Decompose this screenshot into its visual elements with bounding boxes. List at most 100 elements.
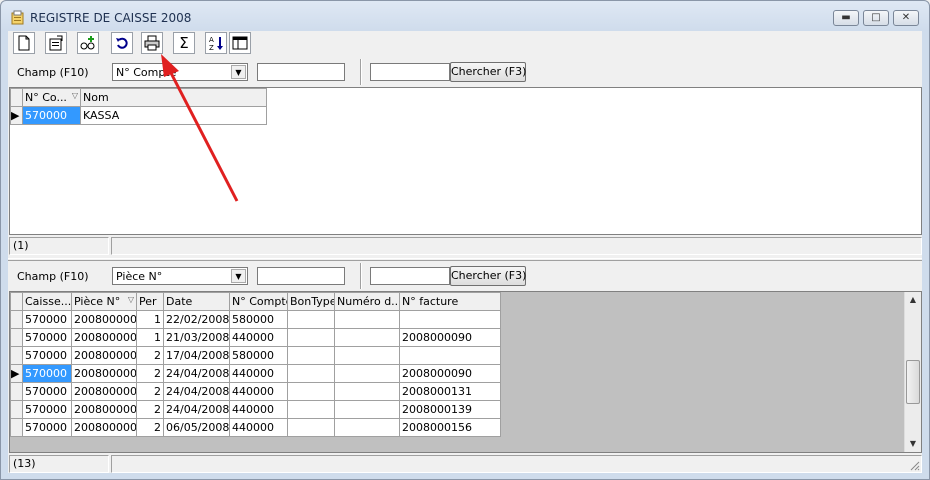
table-cell[interactable]: 2008000139	[399, 400, 501, 419]
table-cell[interactable]: 570000	[22, 328, 72, 347]
table-cell[interactable]: 2	[136, 364, 164, 383]
top-search-button[interactable]: Chercher (F3)	[450, 62, 526, 82]
table-cell[interactable]: 440000	[229, 382, 288, 401]
table-cell[interactable]: 440000	[229, 328, 288, 347]
table-cell[interactable]: 24/04/2008	[163, 364, 230, 383]
column-header[interactable]: Pièce N° ▽	[71, 292, 137, 311]
table-cell[interactable]: 570000	[22, 310, 72, 329]
table-cell[interactable]: 440000	[229, 400, 288, 419]
table-cell[interactable]: 2008000005	[71, 382, 137, 401]
layout-icon	[232, 36, 248, 50]
vertical-scrollbar[interactable]: ▲ ▼	[904, 292, 921, 452]
table-row[interactable]: 5700002008000003217/04/2008580000	[10, 346, 501, 365]
table-cell[interactable]: 570000	[22, 382, 72, 401]
table-cell[interactable]	[334, 364, 400, 383]
table-cell[interactable]	[334, 382, 400, 401]
column-header[interactable]: Numéro d...	[334, 292, 400, 311]
table-cell[interactable]: 1	[136, 310, 164, 329]
toolbar: Σ AZ	[8, 31, 922, 57]
table-cell[interactable]: 440000	[229, 364, 288, 383]
table-cell[interactable]: 2	[136, 346, 164, 365]
table-row[interactable]: 5700002008000005224/04/2008440000 2008000…	[10, 382, 501, 401]
table-cell[interactable]: 2008000002	[71, 328, 137, 347]
table-cell[interactable]: 440000	[229, 418, 288, 437]
scroll-up-icon[interactable]: ▲	[905, 292, 921, 308]
table-cell[interactable]: 580000	[229, 310, 288, 329]
table-row[interactable]: 5700002008000002121/03/2008440000 2008000…	[10, 328, 501, 347]
table-cell[interactable]	[287, 310, 335, 329]
table-cell[interactable]	[399, 310, 501, 329]
bottom-search-input[interactable]	[257, 267, 345, 285]
table-cell[interactable]	[399, 346, 501, 365]
table-row[interactable]: 5700002008000001122/02/2008580000	[10, 310, 501, 329]
top-search-input[interactable]	[257, 63, 345, 81]
table-cell[interactable]	[334, 346, 400, 365]
table-cell[interactable]: 17/04/2008	[163, 346, 230, 365]
table-cell[interactable]: 2	[136, 418, 164, 437]
close-button[interactable]: ✕	[893, 10, 919, 26]
table-cell[interactable]	[334, 400, 400, 419]
refresh-button[interactable]	[111, 32, 133, 54]
table-cell[interactable]	[287, 328, 335, 347]
row-indicator	[10, 382, 23, 401]
properties-button[interactable]	[45, 32, 67, 54]
table-cell[interactable]: 2008000131	[399, 382, 501, 401]
column-header[interactable]: Caisse...	[22, 292, 72, 311]
add-view-icon	[80, 36, 95, 50]
table-cell[interactable]: 570000	[22, 346, 72, 365]
maximize-button[interactable]: □	[863, 10, 889, 26]
title-bar[interactable]: REGISTRE DE CAISSE 2008 ▬ □ ✕	[1, 1, 929, 31]
table-cell[interactable]: 24/04/2008	[163, 382, 230, 401]
bottom-field-select[interactable]: Pièce N° ▼	[112, 267, 248, 285]
table-cell[interactable]	[287, 382, 335, 401]
table-cell[interactable]	[334, 418, 400, 437]
add-view-button[interactable]	[77, 32, 99, 54]
main-window: REGISTRE DE CAISSE 2008 ▬ □ ✕ Σ A Z Cham…	[0, 0, 930, 480]
scroll-thumb[interactable]	[906, 360, 920, 404]
table-cell[interactable]	[287, 418, 335, 437]
column-header[interactable]: N° Co... ▽	[22, 88, 81, 107]
table-cell[interactable]: 2008000006	[71, 400, 137, 419]
table-cell[interactable]: 2008000090	[399, 328, 501, 347]
table-cell[interactable]	[334, 310, 400, 329]
table-cell[interactable]	[287, 346, 335, 365]
table-cell[interactable]: 22/02/2008	[163, 310, 230, 329]
table-cell[interactable]: 06/05/2008	[163, 418, 230, 437]
chevron-down-icon[interactable]: ▼	[231, 269, 246, 283]
resize-grip-icon[interactable]	[908, 459, 920, 471]
splitter[interactable]	[8, 258, 922, 261]
table-cell[interactable]: 2008000003	[71, 346, 137, 365]
table-cell[interactable]: 570000	[22, 400, 72, 419]
table-row[interactable]: 5700002008000007206/05/2008440000 2008000…	[10, 418, 501, 437]
table-row[interactable]: ▶5700002008000004224/04/2008440000 200800…	[10, 364, 501, 383]
column-header[interactable]: Date	[163, 292, 230, 311]
column-header[interactable]: N° facture	[399, 292, 501, 311]
table-cell[interactable]: 570000	[22, 106, 81, 125]
new-button[interactable]	[13, 32, 35, 54]
table-cell[interactable]: 2008000001	[71, 310, 137, 329]
table-cell[interactable]: 2008000007	[71, 418, 137, 437]
bottom-search-input-2[interactable]	[370, 267, 450, 285]
table-cell[interactable]	[334, 328, 400, 347]
table-cell[interactable]	[287, 400, 335, 419]
top-search-input-2[interactable]	[370, 63, 450, 81]
bottom-search-button[interactable]: Chercher (F3)	[450, 266, 526, 286]
table-cell[interactable]	[287, 364, 335, 383]
column-header[interactable]: Per	[136, 292, 164, 311]
table-cell[interactable]: 570000	[22, 364, 72, 383]
table-cell[interactable]: 24/04/2008	[163, 400, 230, 419]
table-cell[interactable]: 580000	[229, 346, 288, 365]
table-cell[interactable]: 2008000156	[399, 418, 501, 437]
column-header[interactable]: N° Compte	[229, 292, 288, 311]
table-cell[interactable]: 570000	[22, 418, 72, 437]
scroll-down-icon[interactable]: ▼	[905, 436, 921, 452]
column-header[interactable]: BonType	[287, 292, 335, 311]
minimize-button[interactable]: ▬	[833, 10, 859, 26]
table-cell[interactable]: 1	[136, 328, 164, 347]
table-row[interactable]: 5700002008000006224/04/2008440000 2008000…	[10, 400, 501, 419]
table-cell[interactable]: 2008000004	[71, 364, 137, 383]
table-cell[interactable]: 2008000090	[399, 364, 501, 383]
table-cell[interactable]: 2	[136, 400, 164, 419]
table-cell[interactable]: 21/03/2008	[163, 328, 230, 347]
table-cell[interactable]: 2	[136, 382, 164, 401]
